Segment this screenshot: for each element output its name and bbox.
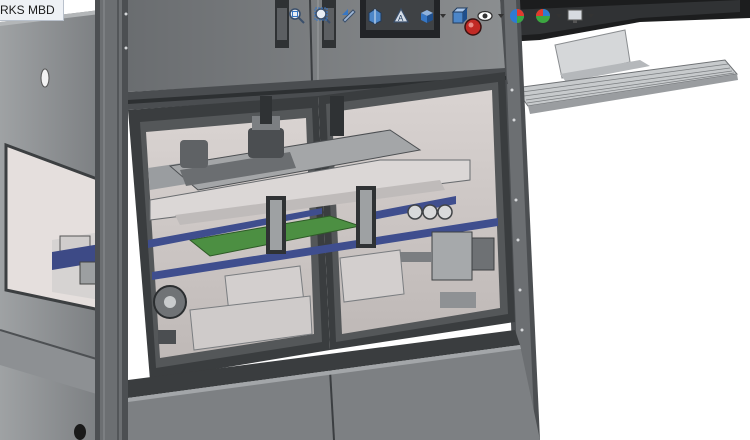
svg-text:A: A: [398, 14, 404, 23]
chevron-down-icon[interactable]: [588, 3, 594, 29]
previous-view-icon[interactable]: [336, 3, 362, 29]
display-style-icon[interactable]: [446, 3, 472, 29]
hide-show-items-icon[interactable]: [472, 3, 498, 29]
apply-scene-icon[interactable]: [530, 3, 556, 29]
machine-side-panel: [0, 10, 102, 440]
heads-up-view-toolbar: A: [284, 2, 594, 30]
zoom-to-area-icon[interactable]: [310, 3, 336, 29]
3d-graphics-viewport[interactable]: [0, 0, 750, 440]
view-orientation-icon[interactable]: [414, 3, 440, 29]
zoom-to-fit-icon[interactable]: [284, 3, 310, 29]
view-settings-icon[interactable]: [562, 3, 588, 29]
section-view-icon[interactable]: [362, 3, 388, 29]
document-tab-label[interactable]: RKS MBD: [0, 0, 64, 21]
edit-appearance-icon[interactable]: [504, 3, 530, 29]
dynamic-annotation-icon[interactable]: A: [388, 3, 414, 29]
